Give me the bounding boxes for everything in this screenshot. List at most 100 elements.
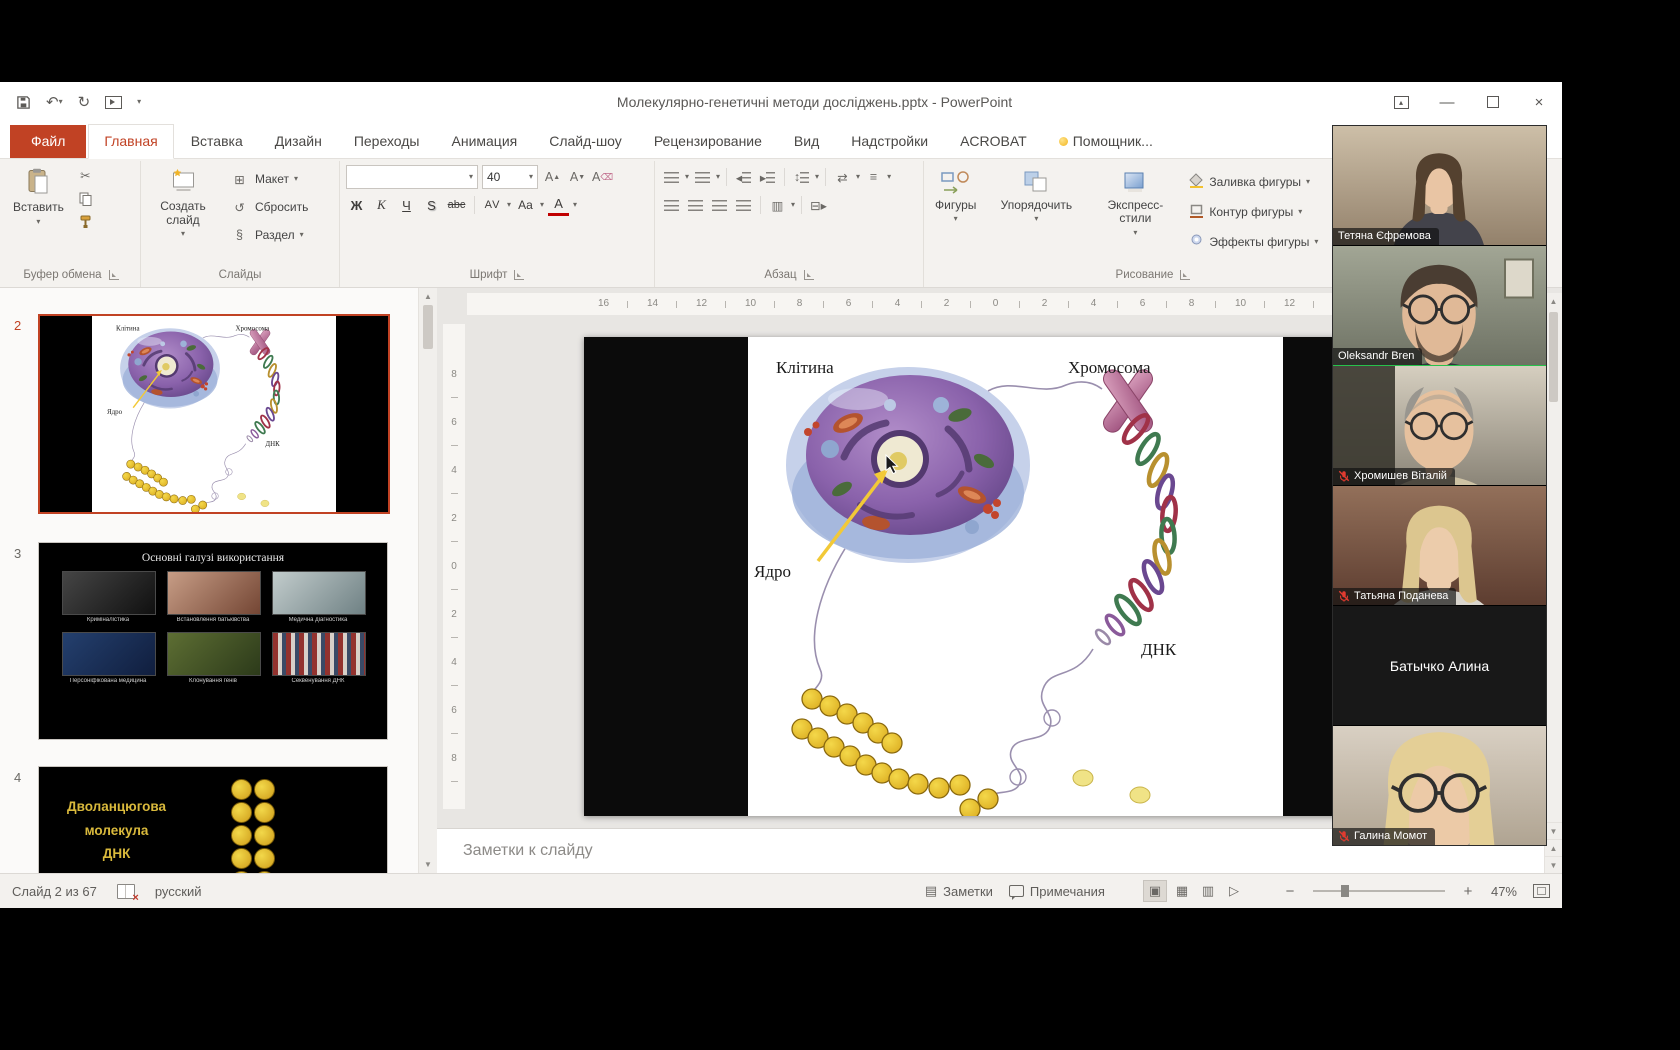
scrollbar-thumb[interactable] [1549, 312, 1558, 402]
bullets-button[interactable] [661, 167, 682, 188]
tab-надстройки[interactable]: Надстройки [836, 125, 943, 158]
comments-toggle-button[interactable]: Примечания [1009, 884, 1105, 899]
align-text-button[interactable]: ≡ [863, 167, 884, 188]
notes-toggle-button[interactable]: ▤ Заметки [925, 883, 993, 899]
slide-indicator[interactable]: Слайд 2 из 67 [12, 884, 97, 899]
undo-icon[interactable]: ↶▾ [46, 95, 63, 110]
save-icon[interactable] [16, 95, 31, 110]
participant-tile[interactable]: Oleksandr Bren [1333, 246, 1546, 366]
scroll-down-icon[interactable]: ▼ [419, 856, 437, 873]
ribbon-display-options-icon[interactable]: ▴ [1378, 82, 1424, 122]
scroll-down-icon[interactable]: ▼ [1545, 822, 1562, 839]
shapes-icon [940, 168, 972, 196]
cut-button[interactable]: ✂ [75, 165, 96, 186]
participant-tile[interactable]: Татьяна Поданева [1333, 486, 1546, 606]
bold-button[interactable]: Ж [346, 194, 367, 216]
font-color-button[interactable]: A [548, 195, 569, 216]
slide-canvas[interactable]: Клітина Хромосома Ядро ДНК [584, 337, 1437, 816]
normal-view-button[interactable]: ▣ [1143, 880, 1167, 902]
shape-outline-button[interactable]: Контур фигуры▾ [1185, 197, 1322, 226]
tab-переходы[interactable]: Переходы [339, 125, 435, 158]
shape-effects-button[interactable]: Эффекты фигуры▾ [1185, 227, 1322, 256]
tab-вставка[interactable]: Вставка [176, 125, 258, 158]
close-button[interactable]: × [1516, 82, 1562, 122]
scroll-up-icon[interactable]: ▲ [1545, 293, 1562, 310]
decrease-indent-button[interactable]: ◂ [733, 167, 754, 188]
language-indicator[interactable]: русский [155, 884, 202, 899]
clipboard-dialog-launcher[interactable] [109, 270, 119, 280]
scroll-up-icon[interactable]: ▲ [419, 288, 437, 305]
italic-button[interactable]: К [371, 194, 392, 216]
align-right-button[interactable] [709, 195, 730, 216]
next-slide-button[interactable]: ▼ [1545, 856, 1562, 873]
participant-tile[interactable]: Хромишев Віталій [1333, 366, 1546, 486]
slide-thumbnail-3[interactable]: Основні галузі використанняКриміналістик… [38, 542, 388, 740]
increase-font-button[interactable]: A▲ [542, 167, 563, 188]
slide-thumbnail-2[interactable]: Клітина Хромосома Ядро ДНК [38, 314, 390, 514]
underline-button[interactable]: Ч [396, 194, 417, 216]
zoom-slider-thumb[interactable] [1341, 885, 1349, 897]
zoom-in-button[interactable]: + [1461, 883, 1475, 900]
decrease-font-button[interactable]: A▼ [567, 167, 588, 188]
thumbnails-scrollbar[interactable]: ▲ ▼ [418, 288, 437, 873]
maximize-button[interactable] [1470, 82, 1516, 122]
align-left-button[interactable] [661, 195, 682, 216]
reading-view-button[interactable]: ▥ [1197, 881, 1219, 901]
columns-button[interactable]: ▥ [767, 195, 788, 216]
numbering-button[interactable] [692, 167, 713, 188]
strikethrough-button[interactable]: abc [446, 194, 467, 216]
participant-tile[interactable]: Батычко Алина [1333, 606, 1546, 726]
tab-acrobat[interactable]: ACROBAT [945, 125, 1042, 158]
redo-icon[interactable]: ↻ [78, 95, 91, 110]
tab-помощник-[interactable]: Помощник... [1044, 125, 1168, 158]
tab-рецензирование[interactable]: Рецензирование [639, 125, 777, 158]
tab-главная[interactable]: Главная [88, 124, 173, 159]
text-direction-button[interactable]: ⇄ [832, 167, 853, 188]
change-case-button[interactable]: Aa [515, 194, 536, 216]
line-spacing-button[interactable]: ↕ [791, 167, 812, 188]
font-name-combo[interactable]: ▾ [346, 165, 478, 189]
format-painter-button[interactable] [75, 211, 96, 232]
paragraph-dialog-launcher[interactable] [804, 270, 814, 280]
shapes-button[interactable]: Фигуры ▾ [930, 165, 981, 226]
tab-дизайн[interactable]: Дизайн [260, 125, 337, 158]
new-slide-button[interactable]: Создать слайд ▾ [147, 165, 219, 241]
text-shadow-button[interactable]: S [421, 194, 442, 216]
tab-анимация[interactable]: Анимация [437, 125, 533, 158]
arrange-button[interactable]: Упорядочить ▾ [987, 165, 1085, 226]
slideshow-view-button[interactable]: ▷ [1223, 881, 1245, 901]
minimize-button[interactable]: — [1424, 82, 1470, 122]
copy-button[interactable] [75, 188, 96, 209]
customize-toolbar-icon[interactable]: ▾ [137, 98, 141, 106]
font-dialog-launcher[interactable] [514, 270, 524, 280]
clear-formatting-button[interactable]: A⌫ [592, 167, 613, 188]
zoom-slider[interactable] [1313, 890, 1445, 892]
participant-tile[interactable]: Галина Момот [1333, 726, 1546, 845]
reset-button[interactable]: ↺ Сбросить [225, 195, 312, 219]
participant-tile[interactable]: Тетяна Єфремова [1333, 126, 1546, 246]
shape-fill-button[interactable]: Заливка фигуры▾ [1185, 167, 1322, 196]
start-slideshow-icon[interactable] [105, 96, 122, 109]
spellcheck-icon[interactable] [117, 884, 135, 899]
fit-slide-to-window-button[interactable] [1533, 884, 1550, 898]
paste-button[interactable]: Вставить ▾ [8, 165, 69, 229]
align-center-button[interactable] [685, 195, 706, 216]
section-button[interactable]: § Раздел▾ [225, 223, 312, 247]
zoom-level[interactable]: 47% [1491, 884, 1517, 899]
justify-button[interactable] [733, 195, 754, 216]
tab-вид[interactable]: Вид [779, 125, 834, 158]
scrollbar-thumb[interactable] [423, 305, 433, 349]
slide-sorter-view-button[interactable]: ▦ [1171, 881, 1193, 901]
zoom-out-button[interactable]: − [1283, 883, 1297, 900]
layout-button[interactable]: ⊞ Макет▾ [225, 167, 312, 191]
character-spacing-button[interactable]: AV [482, 194, 503, 216]
tab-файл[interactable]: Файл [10, 125, 86, 158]
increase-indent-button[interactable]: ▸ [757, 167, 778, 188]
slide-thumbnail-4[interactable]: ДволанцюговамолекулаДНК [38, 766, 388, 873]
tab-слайд-шоу[interactable]: Слайд-шоу [534, 125, 637, 158]
font-size-combo[interactable]: 40▾ [482, 165, 538, 189]
previous-slide-button[interactable]: ▲ [1545, 839, 1562, 856]
convert-to-smartart-button[interactable]: ⊟▸ [808, 195, 829, 216]
quick-styles-button[interactable]: Экспресс-стили ▾ [1091, 165, 1179, 240]
drawing-dialog-launcher[interactable] [1180, 270, 1190, 280]
